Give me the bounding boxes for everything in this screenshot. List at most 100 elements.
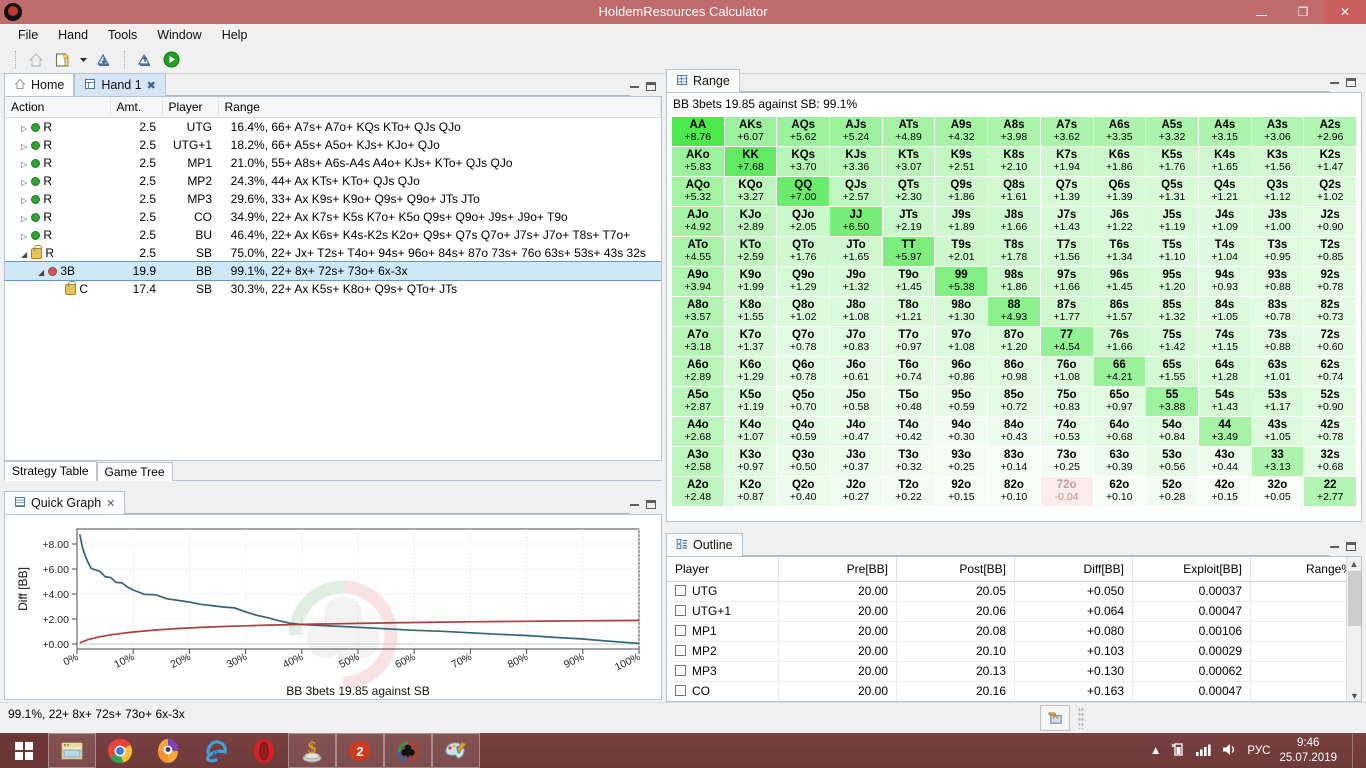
matrix-cell-88[interactable]: 88 +4.93 (988, 297, 1040, 326)
matrix-cell-96s[interactable]: 96s +1.45 (1093, 267, 1146, 296)
matrix-cell-92o[interactable]: 92o +0.15 (935, 477, 988, 506)
row-checkbox[interactable] (675, 585, 686, 596)
matrix-cell-T5o[interactable]: T5o +0.48 (882, 387, 935, 416)
matrix-cell-K7s[interactable]: K7s +1.94 (1040, 147, 1093, 176)
matrix-cell-83s[interactable]: 83s +0.78 (1251, 297, 1304, 326)
outline-scrollbar[interactable]: ▲ ▼ (1346, 557, 1361, 701)
number-two-icon[interactable]: 2 (336, 733, 384, 768)
scroll-thumb[interactable] (1347, 571, 1361, 626)
expand-twisty-icon[interactable]: ▷ (21, 178, 31, 187)
matrix-cell-84o[interactable]: 84o +0.43 (988, 417, 1040, 446)
matrix-cell-J7o[interactable]: J7o +0.83 (830, 327, 882, 356)
matrix-cell-42s[interactable]: 42s +0.78 (1304, 417, 1356, 446)
opera-icon[interactable] (240, 733, 288, 768)
matrix-cell-KTs[interactable]: KTs +3.07 (882, 147, 935, 176)
matrix-cell-Q5o[interactable]: Q5o +0.70 (777, 387, 830, 416)
subtab-strategy-table[interactable]: Strategy Table (4, 461, 97, 481)
matrix-cell-76o[interactable]: 76o +1.08 (1040, 357, 1093, 386)
expand-twisty-icon[interactable]: ▷ (21, 160, 31, 169)
matrix-cell-Q8o[interactable]: Q8o +1.02 (777, 297, 830, 326)
matrix-cell-J5o[interactable]: J5o +0.58 (830, 387, 882, 416)
matrix-cell-77[interactable]: 77 +4.54 (1040, 327, 1093, 356)
matrix-cell-32s[interactable]: 32s +0.68 (1304, 447, 1356, 476)
window-maximize-button[interactable] (1282, 0, 1324, 24)
matrix-cell-K6o[interactable]: K6o +1.29 (724, 357, 777, 386)
matrix-cell-83o[interactable]: 83o +0.14 (988, 447, 1040, 476)
matrix-cell-T4o[interactable]: T4o +0.42 (882, 417, 935, 446)
export-screen-icon[interactable] (1040, 705, 1070, 731)
matrix-cell-A5s[interactable]: A5s +3.32 (1146, 117, 1198, 146)
menu-item-tools[interactable]: Tools (98, 26, 147, 44)
matrix-cell-AKo[interactable]: AKo +5.83 (672, 147, 724, 176)
panel-maximize-icon[interactable] (1346, 77, 1356, 87)
matrix-cell-A2s[interactable]: A2s +2.96 (1304, 117, 1356, 146)
matrix-cell-75o[interactable]: 75o +0.83 (1040, 387, 1093, 416)
row-checkbox[interactable] (675, 665, 686, 676)
matrix-cell-K9s[interactable]: K9s +2.51 (935, 147, 988, 176)
matrix-cell-K4o[interactable]: K4o +1.07 (724, 417, 777, 446)
matrix-cell-Q4s[interactable]: Q4s +1.21 (1198, 177, 1251, 206)
subtab-game-tree[interactable]: Game Tree (96, 462, 173, 481)
matrix-cell-A4o[interactable]: A4o +2.68 (672, 417, 724, 446)
chrome-icon[interactable] (96, 733, 144, 768)
matrix-cell-65o[interactable]: 65o +0.97 (1093, 387, 1146, 416)
matrix-cell-KJs[interactable]: KJs +3.36 (830, 147, 882, 176)
browser-icon[interactable] (144, 733, 192, 768)
matrix-cell-Q6s[interactable]: Q6s +1.39 (1093, 177, 1146, 206)
expand-twisty-icon[interactable]: ◢ (21, 250, 31, 259)
matrix-cell-A9s[interactable]: A9s +4.32 (935, 117, 988, 146)
table-row[interactable]: ◢ 3B 19.9 BB 99.1%, 22+ 8x+ 72s+ 73o+ 6x-3… (5, 260, 661, 281)
table-row[interactable]: ▷ R 2.5 UTG+1 18.2%, 66+ A5s+ A5o+ KJs+ KJ… (5, 136, 661, 154)
table-row[interactable]: C 17.4 SB 30.3%, 22+ Ax K5s+ K8o+ Q9s+ QTo… (5, 280, 661, 298)
matrix-cell-K5o[interactable]: K5o +1.19 (724, 387, 777, 416)
table-row[interactable]: ◢ R 2.5 SB 75.0%, 22+ Jx+ T2s+ T4o+ 94s+ 9… (5, 244, 661, 262)
matrix-cell-63o[interactable]: 63o +0.39 (1093, 447, 1146, 476)
table-row[interactable]: MP2 20.00 20.10 +0.103 0.00029 (667, 641, 1361, 662)
matrix-cell-AQo[interactable]: AQo +5.32 (672, 177, 724, 206)
matrix-cell-T8o[interactable]: T8o +1.21 (882, 297, 935, 326)
matrix-cell-A6o[interactable]: A6o +2.89 (672, 357, 724, 386)
matrix-cell-64o[interactable]: 64o +0.68 (1093, 417, 1146, 446)
clock[interactable]: 9:46 25.07.2019 (1279, 736, 1343, 765)
matrix-cell-JJ[interactable]: JJ +6.50 (830, 207, 882, 236)
matrix-cell-84s[interactable]: 84s +1.05 (1198, 297, 1251, 326)
expand-twisty-icon[interactable]: ▷ (21, 142, 31, 151)
matrix-cell-K8s[interactable]: K8s +2.10 (988, 147, 1040, 176)
table-row[interactable]: ▷ R 2.5 MP3 29.6%, 33+ Ax K9s+ K9o+ Q9s+ Q… (5, 190, 661, 208)
matrix-cell-T9o[interactable]: T9o +1.45 (882, 267, 935, 296)
panel-maximize-icon[interactable] (646, 81, 656, 91)
matrix-cell-53s[interactable]: 53s +1.17 (1251, 387, 1304, 416)
menu-item-hand[interactable]: Hand (48, 26, 98, 44)
matrix-cell-T6o[interactable]: T6o +0.74 (882, 357, 935, 386)
matrix-cell-62s[interactable]: 62s +0.74 (1304, 357, 1356, 386)
menu-item-file[interactable]: File (8, 26, 48, 44)
panel-maximize-icon[interactable] (646, 499, 656, 509)
matrix-cell-85o[interactable]: 85o +0.72 (988, 387, 1040, 416)
matrix-cell-AKs[interactable]: AKs +6.07 (724, 117, 777, 146)
matrix-cell-J2o[interactable]: J2o +0.27 (830, 477, 882, 506)
matrix-cell-K5s[interactable]: K5s +1.76 (1146, 147, 1198, 176)
matrix-cell-AJo[interactable]: AJo +4.92 (672, 207, 724, 236)
matrix-cell-Q9s[interactable]: Q9s +1.86 (935, 177, 988, 206)
outline-column-post-bb-[interactable]: Post[BB] (896, 557, 1015, 582)
matrix-cell-A4s[interactable]: A4s +3.15 (1198, 117, 1251, 146)
matrix-cell-75s[interactable]: 75s +1.42 (1146, 327, 1198, 356)
menu-item-window[interactable]: Window (147, 26, 211, 44)
export-icon[interactable] (134, 49, 156, 71)
matrix-cell-J6s[interactable]: J6s +1.22 (1093, 207, 1146, 236)
matrix-cell-Q7o[interactable]: Q7o +0.78 (777, 327, 830, 356)
matrix-cell-J9s[interactable]: J9s +1.89 (935, 207, 988, 236)
menu-item-help[interactable]: Help (212, 26, 258, 44)
row-checkbox[interactable] (675, 645, 686, 656)
expand-twisty-icon[interactable]: ▷ (21, 196, 31, 205)
matrix-cell-A8o[interactable]: A8o +3.57 (672, 297, 724, 326)
matrix-cell-A2o[interactable]: A2o +2.48 (672, 477, 724, 506)
matrix-cell-54o[interactable]: 54o +0.84 (1146, 417, 1198, 446)
matrix-cell-53o[interactable]: 53o +0.56 (1146, 447, 1198, 476)
outline-column-player[interactable]: Player (667, 557, 779, 582)
matrix-cell-QJo[interactable]: QJo +2.05 (777, 207, 830, 236)
table-row[interactable]: ▷ R 2.5 MP1 21.0%, 55+ A8s+ A6s-A4s A4o+ K… (5, 154, 661, 172)
matrix-cell-T7s[interactable]: T7s +1.56 (1040, 237, 1093, 266)
tab-hand-1[interactable]: Hand 1 ✖ (74, 73, 166, 96)
matrix-cell-94o[interactable]: 94o +0.30 (935, 417, 988, 446)
